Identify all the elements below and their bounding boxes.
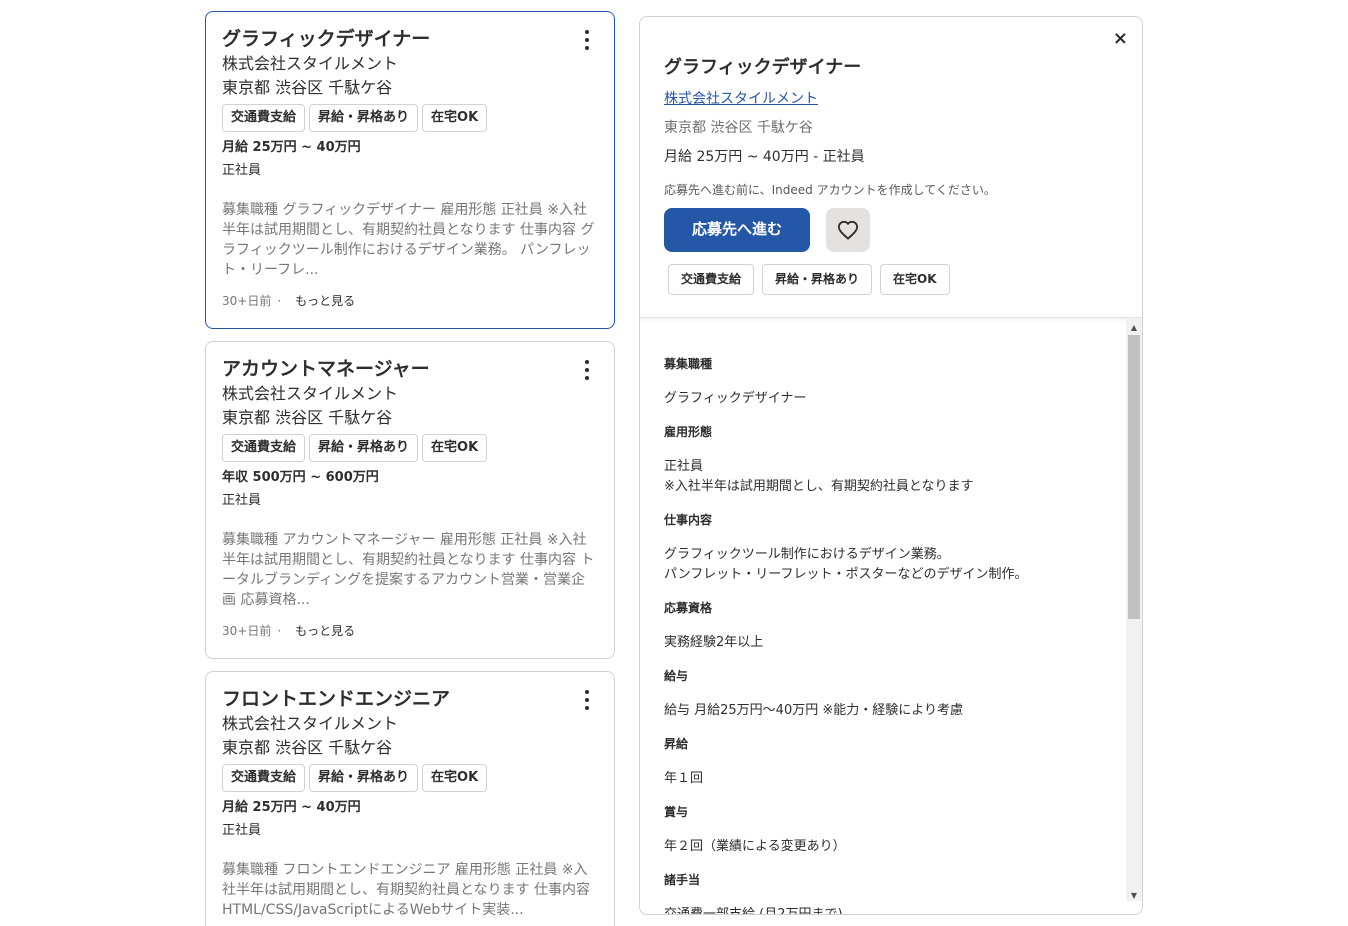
job-card[interactable]: フロントエンドエンジニア 株式会社スタイルメント 東京都 渋谷区 千駄ケ谷 交通… (205, 671, 615, 926)
tag: 交通費支給 (222, 104, 306, 132)
heart-icon (837, 220, 859, 240)
section-heading: 募集職種 (664, 357, 713, 371)
employment-type: 正社員 (222, 493, 262, 508)
job-location: 東京都 渋谷区 千駄ケ谷 (222, 408, 393, 427)
section-heading: 仕事内容 (664, 513, 713, 527)
section-text: 正社員 (664, 459, 704, 474)
more-vertical-icon[interactable] (580, 30, 594, 52)
job-tags: 交通費支給 昇給・昇格あり 在宅OK (222, 104, 598, 132)
scroll-thumb[interactable] (1128, 335, 1140, 619)
tag: 在宅OK (422, 104, 488, 132)
detail-salary: 月給 25万円 ~ 40万円 - 正社員 (664, 149, 865, 165)
detail-scrollbar[interactable]: ▲ ▼ (1126, 319, 1142, 901)
detail-company-link[interactable]: 株式会社スタイルメント (664, 89, 818, 109)
tag: 在宅OK (422, 764, 488, 792)
section-text: ※入社半年は試用期間とし、有期契約社員となります (664, 479, 974, 494)
scroll-up-icon[interactable]: ▲ (1126, 321, 1142, 335)
detail-location: 東京都 渋谷区 千駄ケ谷 (664, 120, 813, 136)
section-text: 年１回 (664, 771, 704, 786)
tag: 昇給・昇格あり (762, 264, 873, 295)
tag: 交通費支給 (222, 434, 306, 462)
more-link[interactable]: もっと見る (295, 292, 355, 309)
employment-type: 正社員 (222, 823, 262, 838)
job-salary: 月給 25万円 ~ 40万円 (222, 800, 361, 815)
job-detail-panel: × グラフィックデザイナー 株式会社スタイルメント 東京都 渋谷区 千駄ケ谷 月… (639, 16, 1143, 915)
tag: 昇給・昇格あり (309, 764, 419, 792)
job-title[interactable]: アカウントマネージャー (222, 356, 598, 382)
footer-separator: · (277, 293, 282, 308)
job-tags: 交通費支給 昇給・昇格あり 在宅OK (222, 764, 598, 792)
more-vertical-icon[interactable] (580, 690, 594, 712)
job-snippet: 募集職種 グラフィックデザイナー 雇用形態 正社員 ※入社半年は試用期間とし、有… (222, 202, 595, 278)
section-heading: 給与 (664, 669, 689, 683)
section-heading: 応募資格 (664, 601, 713, 615)
posted-date: 30+日前 (222, 294, 272, 308)
section-text: パンフレット・リーフレット・ポスターなどのデザイン制作。 (664, 567, 1028, 582)
section-text: 交通費一部支給 (月2万円まで) (664, 905, 1102, 914)
scroll-down-icon[interactable]: ▼ (1126, 889, 1142, 903)
job-title[interactable]: グラフィックデザイナー (222, 26, 598, 52)
detail-tags: 交通費支給 昇給・昇格あり 在宅OK (668, 264, 950, 295)
tag: 交通費支給 (222, 764, 306, 792)
tag: 交通費支給 (668, 264, 755, 295)
card-footer: 30+日前 · もっと見る (222, 292, 598, 309)
job-card[interactable]: アカウントマネージャー 株式会社スタイルメント 東京都 渋谷区 千駄ケ谷 交通費… (205, 341, 615, 659)
section-heading: 昇給 (664, 737, 689, 751)
section-text: 実務経験2年以上 (664, 635, 764, 650)
footer-separator: · (277, 623, 282, 638)
detail-header: × グラフィックデザイナー 株式会社スタイルメント 東京都 渋谷区 千駄ケ谷 月… (640, 17, 1142, 318)
section-text: 給与 月給25万円〜40万円 ※能力・経験により考慮 (664, 703, 963, 718)
card-footer: 30+日前 · もっと見る (222, 622, 598, 639)
detail-title: グラフィックデザイナー (664, 57, 862, 78)
job-snippet: 募集職種 アカウントマネージャー 雇用形態 正社員 ※入社半年は試用期間とし、有… (222, 532, 595, 608)
job-salary: 月給 25万円 ~ 40万円 (222, 140, 361, 155)
job-snippet: 募集職種 フロントエンドエンジニア 雇用形態 正社員 ※入社半年は試用期間とし、… (222, 862, 591, 918)
section-text: 年２回（業績による変更あり） (664, 839, 846, 854)
tag: 昇給・昇格あり (309, 104, 419, 132)
detail-body: 募集職種 グラフィックデザイナー 雇用形態 正社員 ※入社半年は試用期間とし、有… (640, 319, 1126, 914)
job-location: 東京都 渋谷区 千駄ケ谷 (222, 738, 393, 757)
job-title[interactable]: フロントエンドエンジニア (222, 686, 598, 712)
save-job-button[interactable] (826, 208, 870, 252)
section-heading: 賞与 (664, 805, 689, 819)
company-name: 株式会社スタイルメント (222, 384, 399, 403)
company-name: 株式会社スタイルメント (222, 714, 399, 733)
section-text: グラフィックデザイナー (664, 391, 807, 406)
section-text: グラフィックツール制作におけるデザイン業務。 (664, 547, 950, 562)
employment-type: 正社員 (222, 163, 262, 178)
apply-button[interactable]: 応募先へ進む (664, 208, 810, 252)
job-card[interactable]: グラフィックデザイナー 株式会社スタイルメント 東京都 渋谷区 千駄ケ谷 交通費… (205, 11, 615, 329)
job-salary: 年収 500万円 ~ 600万円 (222, 470, 379, 485)
section-heading: 諸手当 (664, 873, 701, 887)
job-tags: 交通費支給 昇給・昇格あり 在宅OK (222, 434, 598, 462)
company-name: 株式会社スタイルメント (222, 54, 399, 73)
more-link[interactable]: もっと見る (295, 622, 355, 639)
tag: 在宅OK (422, 434, 488, 462)
account-notice: 応募先へ進む前に、Indeed アカウントを作成してください。 (664, 183, 996, 197)
section-heading: 雇用形態 (664, 425, 713, 439)
close-icon[interactable]: × (1113, 29, 1128, 49)
tag: 在宅OK (880, 264, 950, 295)
more-vertical-icon[interactable] (580, 360, 594, 382)
tag: 昇給・昇格あり (309, 434, 419, 462)
posted-date: 30+日前 (222, 624, 272, 638)
job-location: 東京都 渋谷区 千駄ケ谷 (222, 78, 393, 97)
